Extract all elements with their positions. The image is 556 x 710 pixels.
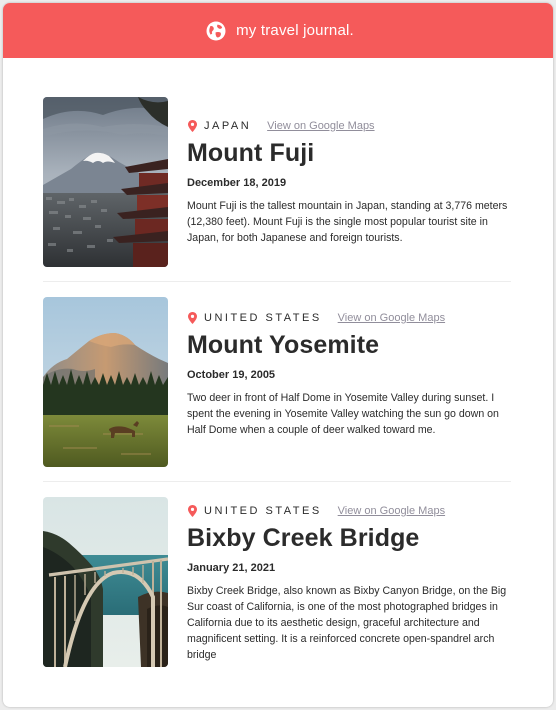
entry-location: UNITED STATES xyxy=(204,312,322,324)
app-title: my travel journal. xyxy=(236,22,354,39)
entry-photo-bixby-creek-bridge xyxy=(43,497,168,667)
entry-info: JAPAN View on Google Maps Mount Fuji Dec… xyxy=(187,119,515,246)
location-pin-icon xyxy=(188,120,197,132)
bixby-creek-bridge-image xyxy=(43,497,168,667)
journal-entry: UNITED STATES View on Google Maps Mount … xyxy=(43,282,511,482)
entry-info: UNITED STATES View on Google Maps Bixby … xyxy=(187,504,515,663)
entry-photo-mount-fuji xyxy=(43,97,168,267)
entry-date: October 19, 2005 xyxy=(187,369,276,381)
google-maps-link[interactable]: View on Google Maps xyxy=(267,120,374,132)
entry-description: Two deer in front of Half Dome in Yosemi… xyxy=(187,392,499,436)
entry-description: Mount Fuji is the tallest mountain in Ja… xyxy=(187,200,508,244)
entry-title: Mount Fuji xyxy=(187,139,315,167)
mount-yosemite-image xyxy=(43,297,168,467)
location-row: JAPAN View on Google Maps xyxy=(187,119,515,133)
mount-fuji-image xyxy=(43,97,168,267)
google-maps-link[interactable]: View on Google Maps xyxy=(338,312,445,324)
globe-icon xyxy=(206,21,226,40)
journal-entry: UNITED STATES View on Google Maps Bixby … xyxy=(43,482,511,682)
location-row: UNITED STATES View on Google Maps xyxy=(187,504,515,518)
entry-title: Bixby Creek Bridge xyxy=(187,524,420,552)
journal-entry: JAPAN View on Google Maps Mount Fuji Dec… xyxy=(43,97,511,282)
entry-description: Bixby Creek Bridge, also known as Bixby … xyxy=(187,585,507,661)
google-maps-link[interactable]: View on Google Maps xyxy=(338,505,445,517)
app-header: my travel journal. xyxy=(3,3,553,58)
entry-title: Mount Yosemite xyxy=(187,331,380,359)
entry-date: January 21, 2021 xyxy=(187,562,276,574)
journal-entries: JAPAN View on Google Maps Mount Fuji Dec… xyxy=(3,58,553,682)
location-pin-icon xyxy=(188,312,197,324)
entry-date: December 18, 2019 xyxy=(187,177,287,189)
app-window: my travel journal. JAPAN View on Google … xyxy=(3,3,553,707)
location-pin-icon xyxy=(188,505,197,517)
entry-location: UNITED STATES xyxy=(204,505,322,517)
entry-photo-mount-yosemite xyxy=(43,297,168,467)
entry-location: JAPAN xyxy=(204,120,252,132)
entry-info: UNITED STATES View on Google Maps Mount … xyxy=(187,311,515,438)
location-row: UNITED STATES View on Google Maps xyxy=(187,311,515,325)
